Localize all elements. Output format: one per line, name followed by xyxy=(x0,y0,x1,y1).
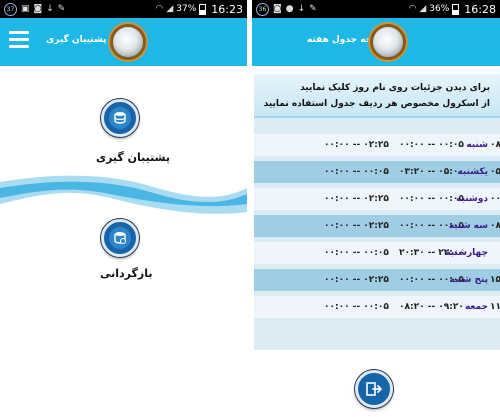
weekly-schedule-table: ۰۸: ۰۰:۰۰ -- ۰۰:۰۵ ۰۰:۰۰ -- ۰۲:۲۵ شنبه ۰… xyxy=(254,118,500,350)
table-row[interactable]: ۰۰: ۰۰:۰۰ -- ۰۰:۰۵ ۰۰:۰۰ -- ۰۲:۲۵ دوشنبه xyxy=(254,188,500,210)
instructions-box: برای دیدن جزئیات روی نام روز کلیک نمایید… xyxy=(254,74,500,118)
instruction-line-1: برای دیدن جزئیات روی نام روز کلیک نمایید xyxy=(300,83,490,93)
time-cell: ۰۸:۲۰ -- ۰۹:۲۰ xyxy=(399,302,464,312)
app-bar: صفحه جدول هفته xyxy=(252,18,500,66)
instruction-line-2: از اسکرول مخصوص هر ردیف جدول استفاده نما… xyxy=(263,99,490,109)
backup-label[interactable]: پشتیبان گیری xyxy=(96,151,170,164)
download-icon: ↓ xyxy=(297,4,306,14)
time-cell: ۰۰:۰۰ -- ۰۲:۲۵ xyxy=(324,275,389,285)
signal-icon: ◢ xyxy=(419,4,427,14)
table-row[interactable]: ۰۸: ۰۰:۰۰ -- ۰۰:۰۵ ۰۰:۰۰ -- ۰۲:۲۵ شنبه xyxy=(254,134,500,156)
mirror-logo-icon xyxy=(110,24,146,60)
notification-badge: 37 xyxy=(4,2,17,16)
battery-icon xyxy=(452,3,460,15)
time-cell: ۰۳:۲۰ -- ۰۵:۰۰ xyxy=(399,167,464,177)
exit-icon xyxy=(366,382,382,396)
day-name[interactable]: سه شنبه xyxy=(449,221,488,231)
time-cell: ۰۰:۰۰ -- ۰۲:۲۵ xyxy=(324,194,389,204)
database-backup-icon xyxy=(109,107,131,129)
time-cell: ۰۰:۰۰ -- ۰۰:۰۵ xyxy=(399,194,464,204)
time-cell: ۰۰:۰۰ -- ۰۲:۲۵ xyxy=(324,140,389,150)
pen-icon: ✎ xyxy=(309,4,317,14)
day-name[interactable]: پنج شنبه xyxy=(450,275,488,285)
decorative-wave xyxy=(0,175,247,214)
exit-button[interactable] xyxy=(355,370,393,408)
time-cell: ۰۰:۰۰ -- ۰۰:۰۵ xyxy=(324,302,389,312)
clock: 16:23 xyxy=(211,2,243,16)
database-restore-icon xyxy=(109,227,131,249)
restore-button[interactable] xyxy=(101,219,139,257)
battery-percent: 37% xyxy=(176,4,197,14)
time-cell: ۰۰:۰۰ -- ۰۰:۰۵ xyxy=(399,140,464,150)
day-name[interactable]: جمعه xyxy=(465,302,488,312)
table-row[interactable]: ۰۵: ۰۳:۲۰ -- ۰۵:۰۰ ۰۰:۰۰ -- ۰۰:۰۵ یکشنبه xyxy=(254,161,500,183)
time-cell: ۰۰:۰۰ -- ۰۰:۰۵ xyxy=(324,248,389,258)
day-name[interactable]: چهارشنبه xyxy=(445,248,488,258)
app-bar: صفحه پشتیبان گیری xyxy=(0,18,247,66)
day-name[interactable]: شنبه xyxy=(466,140,488,150)
backup-button[interactable] xyxy=(101,99,139,137)
status-bar: 36 ◙ ● ↓ ✎ ◠ ◢ 36% 16:28 xyxy=(252,0,500,18)
signal-icon: ◢ xyxy=(166,4,174,14)
time-cell: ۰۰:۰۰ -- ۰۲:۲۵ xyxy=(324,221,389,231)
clock: 16:28 xyxy=(464,2,496,16)
gallery-icon: ▣ xyxy=(21,4,30,14)
time-cell: ۰۵: xyxy=(490,167,500,177)
day-name[interactable]: دوشنبه xyxy=(456,194,488,204)
time-cell: ۰۰:۰۰ -- ۰۰:۰۵ xyxy=(324,167,389,177)
time-cell: ۰۸: xyxy=(490,221,500,231)
battery-icon xyxy=(199,3,207,15)
download-icon: ↓ xyxy=(46,4,54,14)
day-name[interactable]: یکشنبه xyxy=(457,167,488,177)
table-row[interactable]: ۱۱ ۰۸:۲۰ -- ۰۹:۲۰ ۰۰:۰۰ -- ۰۰:۰۵ جمعه xyxy=(254,296,500,318)
time-cell: ۱۵: xyxy=(490,275,500,285)
bubble-icon: ● xyxy=(285,4,294,14)
time-cell: ۰۸: xyxy=(490,140,500,150)
mirror-logo-icon xyxy=(370,24,406,60)
hamburger-menu-icon[interactable] xyxy=(9,31,29,51)
backup-screen: 37 ▣ ◙ ↓ ✎ ◠ ◢ 37% 16:23 صفحه پشتیبان گی… xyxy=(0,0,247,417)
pen-icon: ✎ xyxy=(57,4,66,14)
table-row[interactable]: ۰۸: ۰۰:۰۰ -- ۰۰:۰۵ ۰۰:۰۰ -- ۰۲:۲۵ سه شنب… xyxy=(254,215,500,237)
time-cell: ۱۱ xyxy=(490,302,500,312)
wifi-icon: ◠ xyxy=(155,4,164,14)
bag-icon: ◙ xyxy=(33,4,43,14)
notification-badge: 36 xyxy=(256,2,269,16)
table-row[interactable]: ۱۵: ۰۰:۰۰ -- ۰۰:۰۵ ۰۰:۰۰ -- ۰۲:۲۵ پنج شن… xyxy=(254,269,500,291)
table-row[interactable]: ۲۰:۳۰ -- ۲۲:۰۰ ۰۰:۰۰ -- ۰۰:۰۵ چهارشنبه xyxy=(254,242,500,264)
restore-label[interactable]: بازگردانی xyxy=(100,267,153,280)
bag-icon: ◙ xyxy=(273,4,282,14)
battery-percent: 36% xyxy=(429,4,450,14)
weekly-table-screen: 36 ◙ ● ↓ ✎ ◠ ◢ 36% 16:28 صفحه جدول هفته … xyxy=(252,0,500,417)
time-cell: ۰۰: xyxy=(490,194,500,204)
wifi-icon: ◠ xyxy=(408,4,417,14)
status-bar: 37 ▣ ◙ ↓ ✎ ◠ ◢ 37% 16:23 xyxy=(0,0,247,18)
